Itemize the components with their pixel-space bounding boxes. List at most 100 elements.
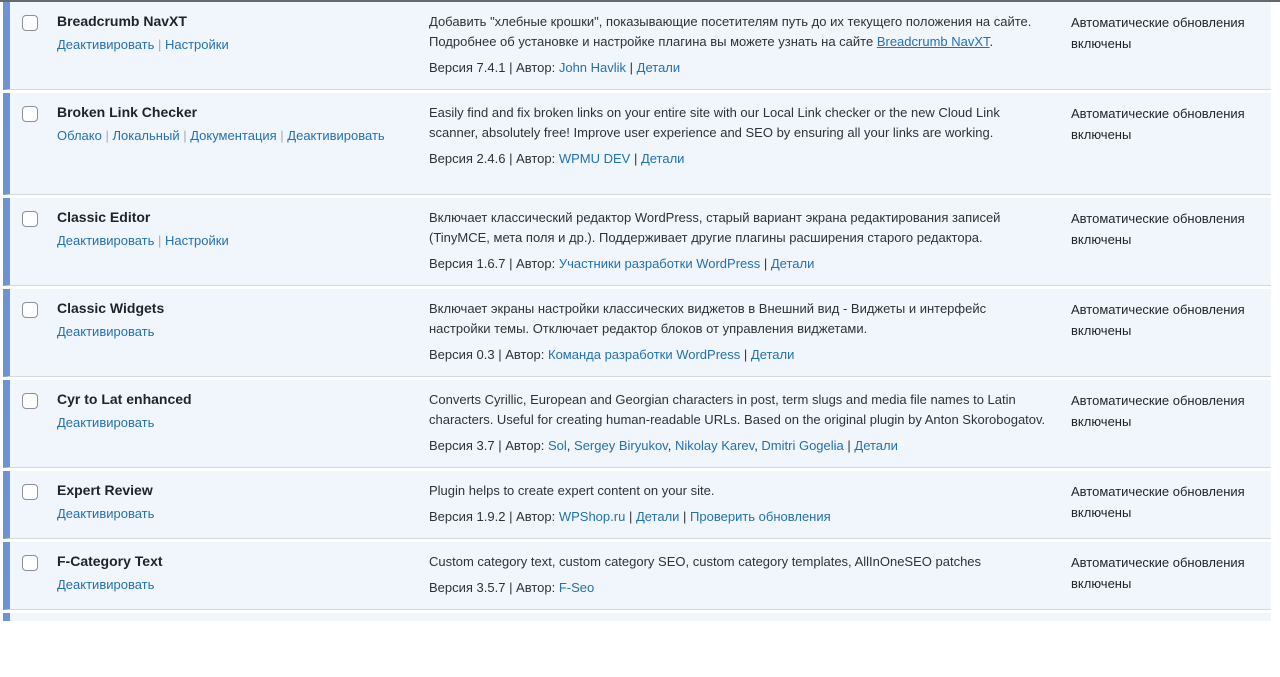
checkbox-cell [10, 542, 57, 609]
plugin-title-cell: Cyr to Lat enhanced Деактивировать [57, 380, 429, 467]
link[interactable]: Dmitri Gogelia [761, 438, 843, 453]
link[interactable]: Деактивировать [57, 324, 154, 339]
plugin-row: F-Category Text Деактивировать Custom ca… [3, 542, 1271, 610]
text-segment: Easily find and fix broken links on your… [429, 105, 1000, 140]
select-plugin-checkbox[interactable] [22, 211, 38, 227]
plugin-row: Broken Link Checker Облако | Локальный |… [3, 93, 1271, 195]
plugin-description-cell: Добавить "хлебные крошки", показывающие … [429, 2, 1071, 89]
select-plugin-checkbox[interactable] [22, 106, 38, 122]
plugin-version-meta: Версия 2.4.6 | Автор: WPMU DEV | Детали [429, 150, 1049, 168]
link[interactable]: Детали [771, 256, 815, 271]
plugin-version-meta: Версия 3.7 | Автор: Sol, Sergey Biryukov… [429, 437, 1049, 455]
text-segment: Версия 2.4.6 | Автор: [429, 151, 559, 166]
text-segment: . [990, 34, 994, 49]
plugin-description-cell: Включает классический редактор WordPress… [429, 198, 1071, 285]
plugin-title-cell: Classic Widgets Деактивировать [57, 289, 429, 376]
link[interactable]: Деактивировать [57, 506, 154, 521]
plugin-action-links: Деактивировать [57, 413, 389, 433]
text-segment: | [844, 438, 855, 453]
link[interactable]: WPShop.ru [559, 509, 625, 524]
text-segment: Включает экраны настройки классических в… [429, 301, 986, 336]
auto-updates-status: Автоматические обновления включены [1071, 471, 1271, 538]
link[interactable]: Детали [854, 438, 898, 453]
plugin-title-cell: F-Category Text Деактивировать [57, 542, 429, 609]
plugin-title: Broken Link Checker [57, 103, 389, 121]
plugins-table: Breadcrumb NavXT Деактивировать | Настро… [3, 2, 1271, 621]
plugin-description: Включает экраны настройки классических в… [429, 299, 1049, 339]
plugin-description: Plugin helps to create expert content on… [429, 481, 1049, 501]
link[interactable]: Настройки [165, 37, 229, 52]
link[interactable]: Детали [636, 509, 680, 524]
checkbox-cell [10, 289, 57, 376]
plugin-version-meta: Версия 0.3 | Автор: Команда разработки W… [429, 346, 1049, 364]
link[interactable]: Проверить обновления [690, 509, 831, 524]
checkbox-cell [10, 380, 57, 467]
text-segment: | [277, 128, 288, 143]
link[interactable]: Деактивировать [57, 577, 154, 592]
plugin-action-links: Деактивировать [57, 322, 389, 342]
plugin-title-cell: Classic Editor Деактивировать | Настройк… [57, 198, 429, 285]
plugin-title: Cyr to Lat enhanced [57, 390, 389, 408]
plugin-title: Classic Widgets [57, 299, 389, 317]
auto-updates-status: Автоматические обновления включены [1071, 289, 1271, 376]
plugin-action-links: Деактивировать | Настройки [57, 35, 389, 55]
plugin-title: Breadcrumb NavXT [57, 12, 389, 30]
plugin-action-links: Деактивировать [57, 575, 389, 595]
text-segment: Версия 1.6.7 | Автор: [429, 256, 559, 271]
plugin-version-meta: Версия 7.4.1 | Автор: John Havlik | Дета… [429, 59, 1049, 77]
text-segment: Версия 7.4.1 | Автор: [429, 60, 559, 75]
checkbox-cell [10, 2, 57, 89]
select-plugin-checkbox[interactable] [22, 555, 38, 571]
link[interactable]: Детали [637, 60, 681, 75]
link[interactable]: Sergey Biryukov [574, 438, 668, 453]
link[interactable]: Деактивировать [57, 37, 154, 52]
link[interactable]: Детали [641, 151, 685, 166]
text-segment: , [567, 438, 574, 453]
select-plugin-checkbox[interactable] [22, 484, 38, 500]
plugin-row: Classic Editor Деактивировать | Настройк… [3, 198, 1271, 286]
plugin-title: Expert Review [57, 481, 389, 499]
link[interactable]: Облако [57, 128, 102, 143]
plugin-description-cell: Включает экраны настройки классических в… [429, 289, 1071, 376]
plugin-description: Включает классический редактор WordPress… [429, 208, 1049, 248]
plugin-description-cell: Easily find and fix broken links on your… [429, 93, 1071, 194]
link[interactable]: Детали [751, 347, 795, 362]
text-segment: Версия 3.5.7 | Автор: [429, 580, 559, 595]
select-plugin-checkbox[interactable] [22, 393, 38, 409]
link[interactable]: Настройки [165, 233, 229, 248]
select-plugin-checkbox[interactable] [22, 302, 38, 318]
link[interactable]: Документация [190, 128, 277, 143]
link[interactable]: Деактивировать [57, 415, 154, 430]
link[interactable]: Breadcrumb NavXT [877, 34, 990, 49]
link[interactable]: John Havlik [559, 60, 626, 75]
plugin-action-links: Деактивировать | Настройки [57, 231, 389, 251]
link[interactable]: Локальный [112, 128, 179, 143]
text-segment: Включает классический редактор WordPress… [429, 210, 1000, 245]
text-segment: | [679, 509, 690, 524]
plugin-version-meta: Версия 3.5.7 | Автор: F-Seo [429, 579, 1049, 597]
text-segment: Plugin helps to create expert content on… [429, 483, 714, 498]
link[interactable]: Деактивировать [57, 233, 154, 248]
link[interactable]: Участники разработки WordPress [559, 256, 760, 271]
plugin-description: Converts Cyrillic, European and Georgian… [429, 390, 1049, 430]
plugin-title: Classic Editor [57, 208, 389, 226]
text-segment: Версия 0.3 | Автор: [429, 347, 548, 362]
checkbox-cell [10, 93, 57, 194]
checkbox-cell [10, 198, 57, 285]
link[interactable]: F-Seo [559, 580, 594, 595]
plugin-action-links: Облако | Локальный | Документация | Деак… [57, 126, 389, 146]
link[interactable]: Деактивировать [287, 128, 384, 143]
text-segment: Версия 1.9.2 | Автор: [429, 509, 559, 524]
text-segment: | [630, 151, 641, 166]
plugin-title: F-Category Text [57, 552, 389, 570]
link[interactable]: Nikolay Karev [675, 438, 754, 453]
link[interactable]: WPMU DEV [559, 151, 631, 166]
text-segment: | [102, 128, 113, 143]
link[interactable]: Sol [548, 438, 567, 453]
text-segment: | [154, 233, 165, 248]
auto-updates-status: Автоматические обновления включены [1071, 198, 1271, 285]
plugin-version-meta: Версия 1.6.7 | Автор: Участники разработ… [429, 255, 1049, 273]
select-plugin-checkbox[interactable] [22, 15, 38, 31]
auto-updates-status: Автоматические обновления включены [1071, 93, 1271, 194]
link[interactable]: Команда разработки WordPress [548, 347, 740, 362]
